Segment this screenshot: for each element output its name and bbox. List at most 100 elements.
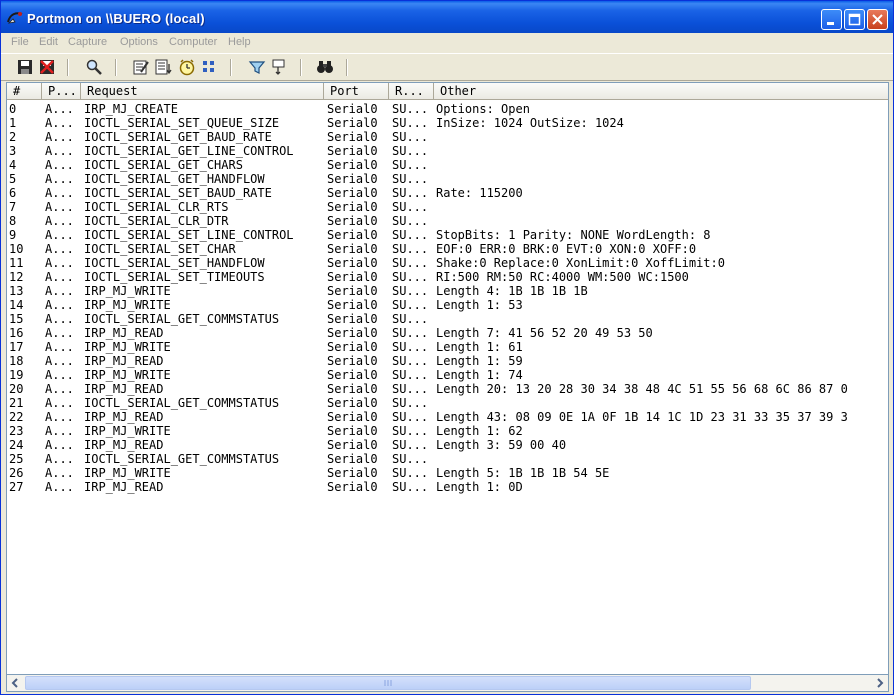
cell-request: IOCTL_SERIAL_CLR_DTR bbox=[84, 214, 229, 228]
menu-file[interactable]: File bbox=[11, 36, 29, 48]
table-row[interactable]: 21 A... IOCTL_SERIAL_GET_COMMSTATUS Serial0… bbox=[7, 396, 888, 410]
horizontal-scrollbar[interactable] bbox=[6, 675, 889, 692]
table-row[interactable]: 9 A... IOCTL_SERIAL_SET_LINE_CONTROL Serial… bbox=[7, 228, 888, 242]
cell-request: IRP_MJ_READ bbox=[84, 410, 164, 424]
minimize-button[interactable] bbox=[821, 9, 842, 30]
table-row[interactable]: 4 A... IOCTL_SERIAL_GET_CHARS Serial0 SU... bbox=[7, 158, 888, 172]
cell-sequence: 8 bbox=[9, 214, 17, 228]
column-header-other[interactable]: Other bbox=[434, 83, 888, 99]
capture-list[interactable]: # P... Request Port R... Other 0 A... IRP_… bbox=[6, 82, 889, 675]
table-row[interactable]: 1 A... IOCTL_SERIAL_SET_QUEUE_SIZE Serial0 S… bbox=[7, 116, 888, 130]
table-row[interactable]: 26 A... IRP_MJ_WRITE Serial0 SU... Length 5: … bbox=[7, 466, 888, 480]
save-icon[interactable] bbox=[16, 58, 34, 76]
table-row[interactable]: 13 A... IRP_MJ_WRITE Serial0 SU... Length 4: … bbox=[7, 284, 888, 298]
toolbar bbox=[1, 53, 893, 81]
cell-port: Serial0 bbox=[327, 424, 378, 438]
list-rows: 0 A... IRP_MJ_CREATE Serial0 SU... Options: O… bbox=[7, 102, 888, 494]
menu-computer[interactable]: Computer bbox=[169, 36, 217, 48]
cell-other: StopBits: 1 Parity: NONE WordLength: 8 bbox=[436, 228, 711, 242]
table-row[interactable]: 6 A... IOCTL_SERIAL_SET_BAUD_RATE Serial0 SU… bbox=[7, 186, 888, 200]
find-icon[interactable] bbox=[85, 58, 103, 76]
cell-port: Serial0 bbox=[327, 452, 378, 466]
cell-sequence: 6 bbox=[9, 186, 17, 200]
menu-help[interactable]: Help bbox=[228, 36, 251, 48]
table-row[interactable]: 7 A... IOCTL_SERIAL_CLR_RTS Serial0 SU... bbox=[7, 200, 888, 214]
binoculars-icon[interactable] bbox=[316, 58, 334, 76]
table-row[interactable]: 0 A... IRP_MJ_CREATE Serial0 SU... Options: O… bbox=[7, 102, 888, 116]
cell-process: A... bbox=[45, 130, 74, 144]
ports-icon[interactable] bbox=[200, 58, 218, 76]
table-row[interactable]: 3 A... IOCTL_SERIAL_GET_LINE_CONTROL Serial… bbox=[7, 144, 888, 158]
cell-process: A... bbox=[45, 340, 74, 354]
cell-process: A... bbox=[45, 326, 74, 340]
table-row[interactable]: 15 A... IOCTL_SERIAL_GET_COMMSTATUS Serial0… bbox=[7, 312, 888, 326]
table-row[interactable]: 24 A... IRP_MJ_READ Serial0 SU... Length 3: 5… bbox=[7, 438, 888, 452]
cell-request: IOCTL_SERIAL_SET_LINE_CONTROL bbox=[84, 228, 294, 242]
table-row[interactable]: 5 A... IOCTL_SERIAL_GET_HANDFLOW Serial0 SU.… bbox=[7, 172, 888, 186]
cell-other: Length 3: 59 00 40 bbox=[436, 438, 567, 452]
filter-icon[interactable] bbox=[248, 58, 266, 76]
maximize-button[interactable] bbox=[844, 9, 865, 30]
cell-result: SU... bbox=[392, 312, 429, 326]
table-row[interactable]: 17 A... IRP_MJ_WRITE Serial0 SU... Length 1: … bbox=[7, 340, 888, 354]
table-row[interactable]: 25 A... IOCTL_SERIAL_GET_COMMSTATUS Serial0… bbox=[7, 452, 888, 466]
cell-port: Serial0 bbox=[327, 368, 378, 382]
cell-other: Length 1: 0D bbox=[436, 480, 523, 494]
clear-log-icon[interactable] bbox=[38, 58, 56, 76]
cell-port: Serial0 bbox=[327, 200, 378, 214]
table-row[interactable]: 10 A... IOCTL_SERIAL_SET_CHAR Serial0 SU... E… bbox=[7, 242, 888, 256]
cell-request: IOCTL_SERIAL_SET_BAUD_RATE bbox=[84, 186, 272, 200]
table-row[interactable]: 23 A... IRP_MJ_WRITE Serial0 SU... Length 1: … bbox=[7, 424, 888, 438]
cell-port: Serial0 bbox=[327, 256, 378, 270]
cell-result: SU... bbox=[392, 186, 429, 200]
cell-port: Serial0 bbox=[327, 242, 378, 256]
cell-other: Length 1: 53 bbox=[436, 298, 523, 312]
cell-process: A... bbox=[45, 312, 74, 326]
timestamp-icon[interactable] bbox=[178, 58, 196, 76]
title-bar[interactable]: Portmon on \\BUERO (local) bbox=[1, 1, 893, 33]
cell-request: IOCTL_SERIAL_GET_COMMSTATUS bbox=[84, 396, 280, 410]
cell-request: IRP_MJ_WRITE bbox=[84, 340, 171, 354]
cell-port: Serial0 bbox=[327, 130, 378, 144]
cell-other: Options: Open bbox=[436, 102, 530, 116]
cell-sequence: 15 bbox=[9, 312, 24, 326]
table-row[interactable]: 8 A... IOCTL_SERIAL_CLR_DTR Serial0 SU... bbox=[7, 214, 888, 228]
table-row[interactable]: 12 A... IOCTL_SERIAL_SET_TIMEOUTS Serial0 SU… bbox=[7, 270, 888, 284]
cell-sequence: 7 bbox=[9, 200, 17, 214]
table-row[interactable]: 14 A... IRP_MJ_WRITE Serial0 SU... Length 1: … bbox=[7, 298, 888, 312]
capture-icon[interactable] bbox=[132, 58, 150, 76]
column-header-sequence[interactable]: # bbox=[7, 83, 42, 99]
scroll-right-icon[interactable] bbox=[872, 676, 887, 690]
cell-request: IRP_MJ_READ bbox=[84, 438, 164, 452]
column-header-result[interactable]: R... bbox=[389, 83, 434, 99]
cell-request: IRP_MJ_WRITE bbox=[84, 466, 171, 480]
cell-sequence: 13 bbox=[9, 284, 24, 298]
scrollbar-thumb[interactable] bbox=[25, 676, 751, 690]
table-row[interactable]: 11 A... IOCTL_SERIAL_SET_HANDFLOW Serial0 SU… bbox=[7, 256, 888, 270]
column-header-request[interactable]: Request bbox=[81, 83, 324, 99]
menu-options[interactable]: Options bbox=[120, 36, 158, 48]
table-row[interactable]: 19 A... IRP_MJ_WRITE Serial0 SU... Length 1: … bbox=[7, 368, 888, 382]
highlight-icon[interactable] bbox=[270, 58, 288, 76]
table-row[interactable]: 20 A... IRP_MJ_READ Serial0 SU... Length 20: … bbox=[7, 382, 888, 396]
cell-process: A... bbox=[45, 186, 74, 200]
table-row[interactable]: 22 A... IRP_MJ_READ Serial0 SU... Length 43: … bbox=[7, 410, 888, 424]
autoscroll-icon[interactable] bbox=[154, 58, 172, 76]
portmon-app-icon bbox=[7, 12, 23, 24]
table-row[interactable]: 16 A... IRP_MJ_READ Serial0 SU... Length 7: 4… bbox=[7, 326, 888, 340]
table-row[interactable]: 27 A... IRP_MJ_READ Serial0 SU... Length 1: 0… bbox=[7, 480, 888, 494]
cell-result: SU... bbox=[392, 452, 429, 466]
cell-sequence: 11 bbox=[9, 256, 24, 270]
menu-capture[interactable]: Capture bbox=[68, 36, 107, 48]
cell-result: SU... bbox=[392, 102, 429, 116]
table-row[interactable]: 2 A... IOCTL_SERIAL_GET_BAUD_RATE Serial0 SU… bbox=[7, 130, 888, 144]
cell-sequence: 17 bbox=[9, 340, 24, 354]
scroll-left-icon[interactable] bbox=[8, 676, 23, 690]
cell-port: Serial0 bbox=[327, 312, 378, 326]
column-header-port[interactable]: Port bbox=[324, 83, 389, 99]
column-header-process[interactable]: P... bbox=[42, 83, 81, 99]
close-button[interactable] bbox=[867, 9, 888, 30]
cell-request: IRP_MJ_CREATE bbox=[84, 102, 178, 116]
menu-edit[interactable]: Edit bbox=[39, 36, 58, 48]
table-row[interactable]: 18 A... IRP_MJ_READ Serial0 SU... Length 1: 5… bbox=[7, 354, 888, 368]
